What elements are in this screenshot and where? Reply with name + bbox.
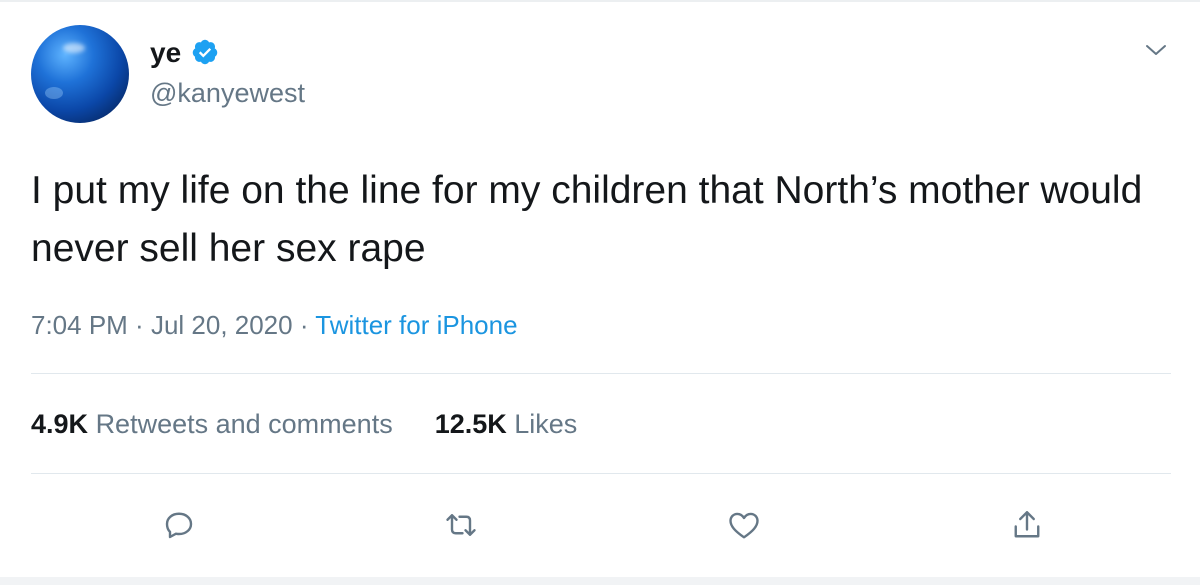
- avatar-highlight: [63, 43, 85, 53]
- retweets-stat[interactable]: 4.9K Retweets and comments: [31, 407, 393, 441]
- like-button[interactable]: [722, 503, 766, 547]
- share-button[interactable]: [1005, 503, 1049, 547]
- heart-icon: [729, 512, 759, 539]
- bottom-border: [0, 577, 1200, 585]
- reply-button[interactable]: [157, 503, 201, 547]
- divider: [31, 473, 1171, 474]
- tweet-card: ye @kanyewest I put my life on the line …: [0, 0, 1200, 585]
- avatar[interactable]: [31, 25, 129, 123]
- avatar-reflection: [45, 87, 63, 99]
- meta-separator: ·: [292, 310, 316, 340]
- top-border: [0, 0, 1200, 2]
- likes-stat[interactable]: 12.5K Likes: [435, 407, 578, 441]
- likes-label: Likes: [514, 409, 578, 439]
- share-icon: [1014, 511, 1040, 538]
- chevron-down-icon: [1146, 45, 1166, 55]
- divider: [31, 373, 1171, 374]
- reply-icon: [165, 512, 193, 539]
- retweets-label: Retweets and comments: [95, 409, 393, 439]
- tweet-time[interactable]: 7:04 PM: [31, 310, 128, 340]
- meta-separator: ·: [127, 310, 151, 340]
- display-name[interactable]: ye: [150, 36, 181, 70]
- tweet-stats: 4.9K Retweets and comments 12.5K Likes: [31, 407, 577, 441]
- tweet-date[interactable]: Jul 20, 2020: [151, 310, 293, 340]
- tweet-text: I put my life on the line for my childre…: [31, 169, 1143, 270]
- more-options-button[interactable]: [1142, 36, 1170, 64]
- retweet-button[interactable]: [439, 503, 483, 547]
- tweet-source-link[interactable]: Twitter for iPhone: [315, 310, 517, 340]
- retweet-icon: [446, 514, 476, 536]
- tweet-meta: 7:04 PM · Jul 20, 2020 · Twitter for iPh…: [31, 308, 518, 342]
- retweets-count: 4.9K: [31, 409, 89, 439]
- verified-badge-icon: [192, 39, 218, 65]
- username-handle[interactable]: @kanyewest: [150, 76, 305, 110]
- likes-count: 12.5K: [434, 409, 507, 439]
